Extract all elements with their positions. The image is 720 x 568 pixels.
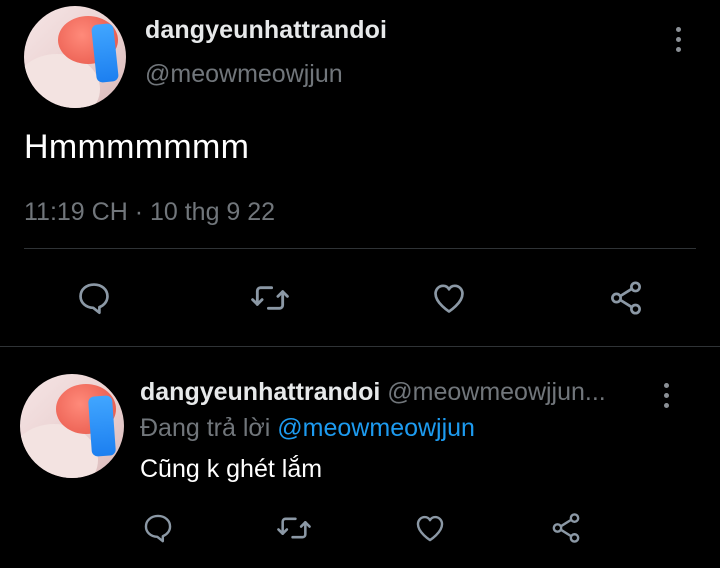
user-handle[interactable]: @meowmeowjjun <box>145 60 343 89</box>
reply-actions <box>0 508 720 548</box>
reply-text: Cũng k ghét lắm <box>140 455 323 483</box>
reply-user-handle[interactable]: @meowmeowjjun... <box>387 378 606 406</box>
more-options-icon[interactable] <box>661 383 671 408</box>
share-icon[interactable] <box>606 278 646 318</box>
avatar-stripe-shape <box>87 395 117 457</box>
more-options-icon[interactable] <box>673 27 683 52</box>
like-icon[interactable] <box>428 278 470 318</box>
replying-to-mention[interactable]: @meowmeowjjun <box>277 414 475 442</box>
share-icon[interactable] <box>548 510 584 546</box>
reply-header: dangyeunhattrandoi @meowmeowjjun... <box>140 378 650 407</box>
main-tweet: dangyeunhattrandoi @meowmeowjjun Hmmmmmm… <box>0 0 720 346</box>
section-divider <box>0 346 720 347</box>
display-name[interactable]: dangyeunhattrandoi <box>145 16 387 45</box>
retweet-icon[interactable] <box>274 510 314 546</box>
like-icon[interactable] <box>412 510 448 546</box>
tweet-thread-screen: dangyeunhattrandoi @meowmeowjjun Hmmmmmm… <box>0 0 720 568</box>
reply-icon[interactable] <box>140 510 176 546</box>
replying-to-line: Đang trả lời @meowmeowjjun <box>140 414 475 443</box>
reply-icon[interactable] <box>74 278 114 318</box>
retweet-icon[interactable] <box>248 278 292 318</box>
tweet-text: Hmmmmmmm <box>24 128 250 166</box>
tweet-actions <box>0 276 720 320</box>
replying-to-label: Đang trả lời <box>140 414 271 442</box>
divider <box>24 248 696 249</box>
reply-display-name[interactable]: dangyeunhattrandoi <box>140 378 380 406</box>
reply-avatar[interactable] <box>20 374 124 478</box>
tweet-timestamp[interactable]: 11:19 CH · 10 thg 9 22 <box>24 198 275 227</box>
avatar[interactable] <box>24 6 126 108</box>
